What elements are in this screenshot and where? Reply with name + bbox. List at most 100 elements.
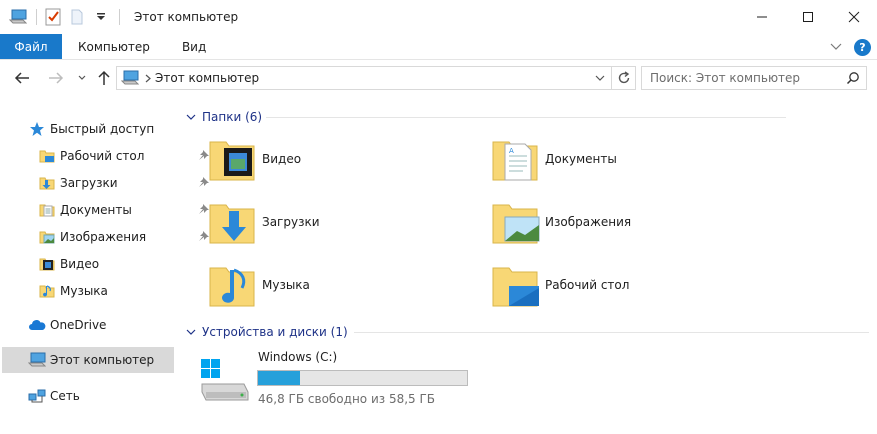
caption-buttons [739,0,877,34]
svg-text:A: A [509,147,514,155]
qat-separator [36,9,37,25]
sidebar-item-label: Документы [60,203,132,217]
qat-dropdown-icon[interactable] [91,7,111,27]
ribbon-right: ? [824,34,877,60]
tab-file[interactable]: Файл [0,34,62,59]
pictures-folder-icon [491,197,541,247]
search-box[interactable] [641,66,867,90]
group-header-devices[interactable]: Устройства и диски (1) [186,322,869,342]
documents-folder-icon [38,201,56,219]
desktop-folder-icon [491,260,541,310]
tab-view[interactable]: Вид [166,34,222,59]
close-icon [848,11,860,23]
content-pane: Папки (6) Видео A Документы Загрузки Изо… [178,96,877,434]
sidebar-item-desktop[interactable]: Рабочий стол [38,143,209,169]
sidebar-item-network[interactable]: Сеть [28,383,178,409]
minimize-button[interactable] [739,0,785,34]
drive-usage-bar [257,370,468,386]
sidebar-item-pictures[interactable]: Изображения [38,224,209,250]
help-button[interactable]: ? [854,38,871,56]
navigation-bar: Этот компьютер [0,60,877,96]
up-button[interactable] [92,66,116,90]
close-button[interactable] [831,0,877,34]
sidebar-item-downloads[interactable]: Загрузки [38,170,209,196]
navigation-pane: Быстрый доступ Рабочий стол Загрузки Док… [0,96,209,434]
onedrive-cloud-icon [28,316,46,334]
folder-tile[interactable]: Музыка [208,258,310,312]
address-history-button[interactable] [591,67,609,89]
window-title: Этот компьютер [134,10,239,24]
chevron-down-icon [595,75,605,81]
sidebar-item-label: Музыка [60,284,108,298]
folder-tile[interactable]: Рабочий стол [491,258,629,312]
drive-free-space: 46,8 ГБ свободно из 58,5 ГБ [258,392,436,406]
documents-folder-icon: A [491,134,541,184]
drive-label: Windows (C:) [258,350,338,364]
back-button[interactable] [10,66,34,90]
video-folder-icon [208,134,258,184]
breadcrumb[interactable]: Этот компьютер [155,71,259,85]
computer-icon[interactable] [8,7,28,27]
minimize-icon [757,16,767,18]
group-title: Папки (6) [202,110,263,124]
folder-tile[interactable]: Загрузки [208,195,320,249]
up-arrow-icon [98,70,110,85]
sidebar-item-label: Сеть [50,389,80,403]
sidebar-item-label: Загрузки [60,176,118,190]
pictures-folder-icon [38,228,56,246]
sidebar-item-label: Рабочий стол [60,149,145,163]
folder-tile[interactable]: Изображения [491,195,631,249]
folder-label: Музыка [262,278,310,292]
breadcrumb-chevron-icon[interactable] [145,74,151,83]
sidebar-item-label: Быстрый доступ [50,122,155,136]
maximize-button[interactable] [785,0,831,34]
star-icon [28,120,46,138]
search-icon[interactable] [846,71,860,88]
qat-separator [119,9,120,25]
network-icon [28,387,46,405]
computer-icon [121,70,139,86]
forward-button[interactable] [44,66,68,90]
properties-icon[interactable] [43,7,63,27]
music-folder-icon [208,260,258,310]
sidebar-item-label: OneDrive [50,318,107,332]
drive-tile[interactable]: Windows (C:) 46,8 ГБ свободно из 58,5 ГБ [200,350,500,410]
sidebar-item-video[interactable]: Видео [38,251,178,277]
computer-icon [28,351,46,369]
group-title: Устройства и диски (1) [202,325,348,339]
sidebar-item-label: Видео [60,257,100,271]
folder-label: Документы [545,152,617,166]
chevron-down-icon [186,329,196,335]
chevron-down-icon [830,43,842,50]
sidebar-item-quick-access[interactable]: Быстрый доступ [28,116,178,142]
expand-ribbon-button[interactable] [824,43,848,51]
refresh-button[interactable] [611,67,635,89]
recent-locations-button[interactable] [70,66,94,90]
group-header-folders[interactable]: Папки (6) [186,107,786,127]
title-bar: Этот компьютер [0,0,877,34]
sidebar-item-label: Этот компьютер [50,353,155,367]
windows-drive-icon [200,358,250,405]
forward-arrow-icon [49,72,64,84]
group-divider [354,332,869,333]
sidebar-item-music[interactable]: Музыка [38,278,178,304]
sidebar-item-documents[interactable]: Документы [38,197,209,223]
folder-tile[interactable]: Видео [208,132,301,186]
music-folder-icon [38,282,56,300]
new-folder-icon[interactable] [67,7,87,27]
folder-label: Загрузки [262,215,320,229]
address-bar[interactable]: Этот компьютер [116,66,636,90]
help-icon: ? [859,40,866,54]
folder-label: Видео [262,152,302,166]
downloads-folder-icon [38,174,56,192]
chevron-down-icon [78,75,86,80]
refresh-icon [618,71,629,84]
ribbon-tabs: Файл Компьютер Вид ? [0,34,877,60]
chevron-down-icon [186,114,196,120]
folder-tile[interactable]: A Документы [491,132,617,186]
tab-computer[interactable]: Компьютер [62,34,166,59]
search-input[interactable] [650,71,840,85]
group-divider [266,117,786,118]
sidebar-item-this-pc[interactable]: Этот компьютер [2,347,174,373]
sidebar-item-onedrive[interactable]: OneDrive [28,312,178,338]
